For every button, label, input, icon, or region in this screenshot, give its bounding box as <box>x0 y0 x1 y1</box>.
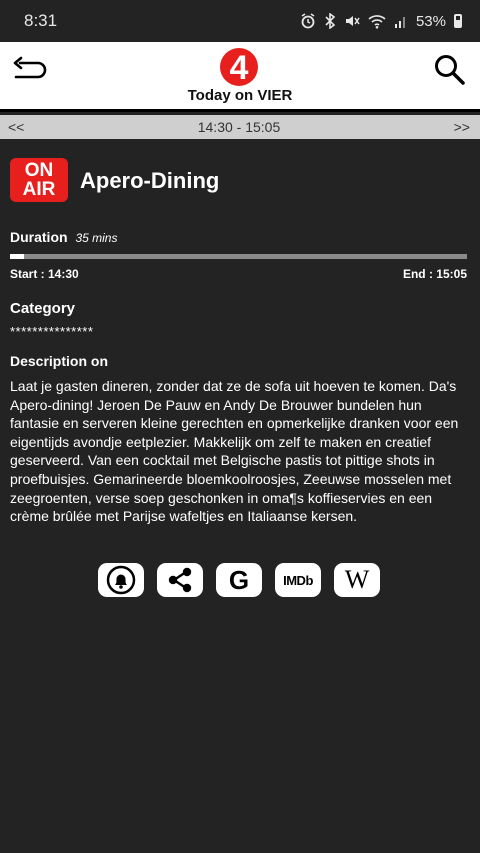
on-air-badge: ON AIR <box>10 158 68 202</box>
share-button[interactable] <box>157 563 203 597</box>
bluetooth-icon <box>325 13 336 29</box>
wikipedia-button[interactable]: W <box>334 563 380 597</box>
program-title: Apero-Dining <box>80 168 220 193</box>
imdb-icon: IMDb <box>283 572 313 588</box>
description-text: Laat je gasten dineren, zonder dat ze de… <box>10 378 459 525</box>
on-air-line1: ON <box>24 160 54 181</box>
duration: Duration 35 mins <box>10 229 117 245</box>
battery-percent: 53% <box>415 12 446 30</box>
end-time: End : 15:05 <box>402 267 467 281</box>
previous-program-button[interactable]: << <box>8 119 24 135</box>
imdb-button[interactable]: IMDb <box>275 563 321 597</box>
search-button[interactable] <box>432 52 468 88</box>
action-buttons: G IMDb W <box>98 563 380 599</box>
progress-fill <box>10 254 24 259</box>
google-icon: G <box>228 565 250 595</box>
wikipedia-icon: W <box>344 565 370 594</box>
search-icon <box>435 55 465 85</box>
description-heading: Description on <box>10 353 109 369</box>
signal-icon <box>394 17 405 28</box>
back-arrow-icon <box>13 56 47 79</box>
duration-label: Duration <box>10 229 68 245</box>
channel-logo: 4 <box>216 46 262 88</box>
next-program-button[interactable]: >> <box>454 119 470 135</box>
category-value: *************** <box>10 324 94 339</box>
progress-bar <box>10 254 467 259</box>
page-title: Today on VIER <box>187 87 293 104</box>
time-navigation: << 14:30 - 15:05 >> <box>0 115 480 139</box>
google-search-button[interactable]: G <box>216 563 262 597</box>
on-air-line2: AIR <box>22 179 56 200</box>
mute-icon <box>345 16 360 26</box>
share-icon <box>168 567 192 593</box>
back-button[interactable] <box>8 54 52 86</box>
status-time: 8:31 <box>24 11 58 30</box>
time-range: 14:30 - 15:05 <box>197 119 281 135</box>
battery-icon <box>454 14 462 28</box>
reminder-button[interactable] <box>98 563 144 597</box>
status-icons: 53% <box>300 13 462 30</box>
category-heading: Category <box>10 300 76 317</box>
alarm-icon <box>301 13 315 29</box>
alarm-bell-icon <box>106 565 136 595</box>
wifi-icon <box>368 15 386 29</box>
app-header: 4 Today on VIER <box>0 42 480 112</box>
status-bar: 8:31 53% <box>0 0 480 42</box>
duration-value: 35 mins <box>75 231 118 245</box>
start-time: Start : 14:30 <box>10 267 79 281</box>
logo-text: 4 <box>230 49 249 87</box>
